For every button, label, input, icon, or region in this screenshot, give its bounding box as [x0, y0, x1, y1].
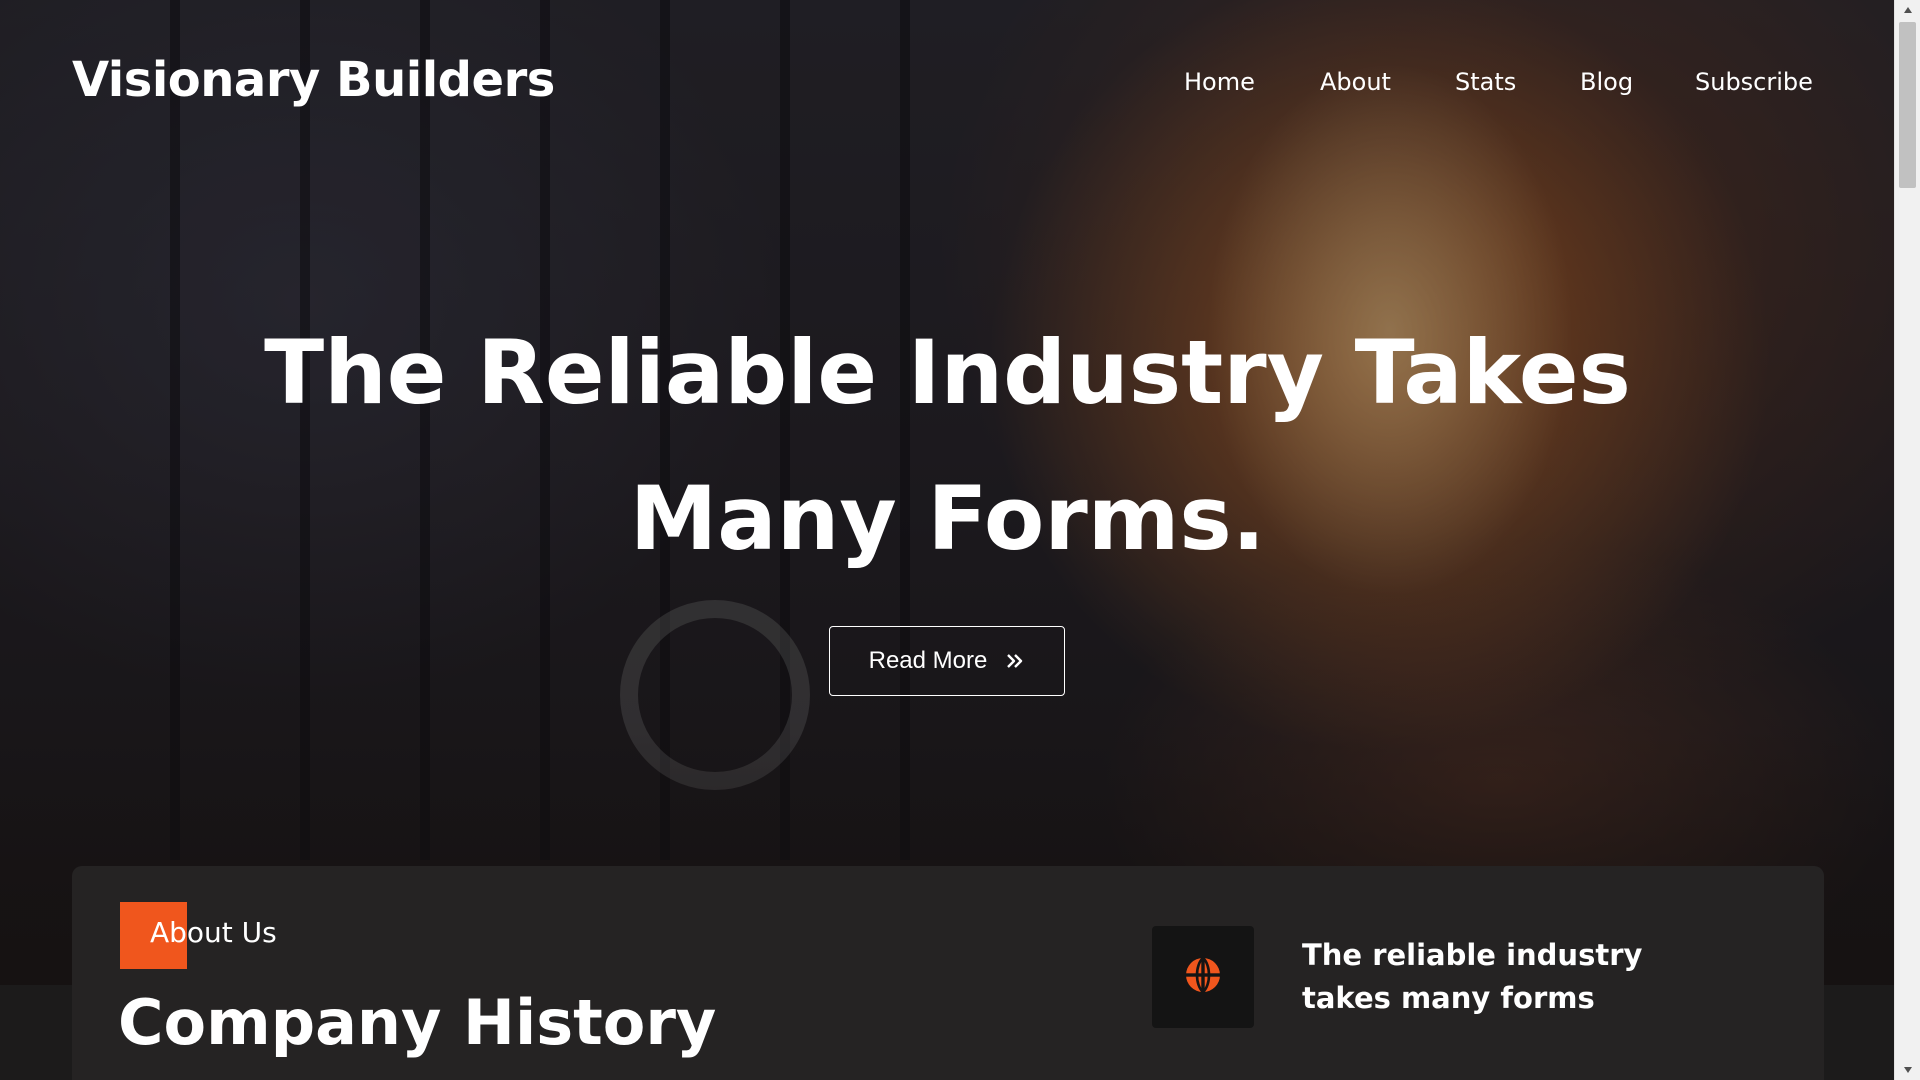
scroll-down-arrow-icon[interactable] — [1895, 1060, 1920, 1080]
hero-headline-line2: Many Forms. — [629, 467, 1266, 570]
nav-stats[interactable]: Stats — [1455, 68, 1516, 96]
vertical-scrollbar[interactable] — [1894, 0, 1920, 1080]
nav-home[interactable]: Home — [1184, 68, 1255, 96]
feature-text: The reliable industry takes many forms — [1302, 938, 1643, 1015]
nav-subscribe[interactable]: Subscribe — [1695, 68, 1813, 96]
read-more-label: Read More — [868, 647, 988, 674]
scrollbar-thumb[interactable] — [1899, 22, 1916, 188]
nav-blog[interactable]: Blog — [1580, 68, 1633, 96]
about-card: About Us Company History The reliable in… — [72, 866, 1824, 1080]
about-label: About Us — [150, 916, 277, 949]
feature-icon-box — [1152, 926, 1254, 1028]
nav-about[interactable]: About — [1320, 68, 1391, 96]
hero-headline: The Reliable Industry Takes Many Forms. — [0, 300, 1895, 592]
page: Visionary Builders Home About Stats Blog… — [0, 0, 1920, 1080]
double-chevron-right-icon — [1005, 651, 1025, 671]
read-more-button[interactable]: Read More — [829, 626, 1065, 696]
globe-icon — [1183, 955, 1223, 999]
scroll-up-arrow-icon[interactable] — [1895, 0, 1920, 20]
section-title: Company History — [118, 986, 717, 1059]
hero-headline-line1: The Reliable Industry Takes — [264, 321, 1631, 424]
brand-logo[interactable]: Visionary Builders — [72, 52, 555, 108]
